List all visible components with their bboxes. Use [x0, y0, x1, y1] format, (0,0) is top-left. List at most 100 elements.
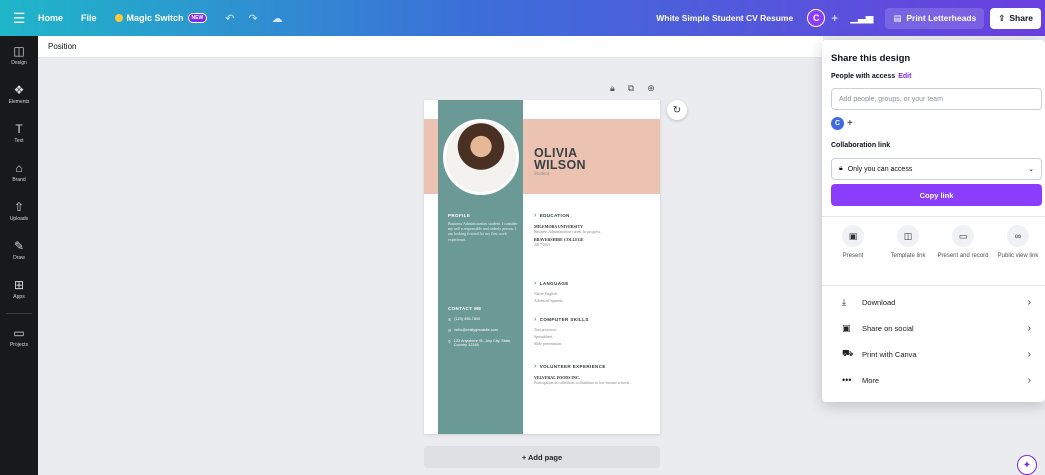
file-menu[interactable]: File: [81, 13, 97, 23]
chevron-right-icon: ›: [1027, 322, 1031, 334]
option-template-link[interactable]: ◫ Template link: [881, 225, 935, 260]
menu-icon[interactable]: ☰: [0, 10, 38, 27]
education-section: › EDUCATION MILEMOBA UNIVERSITY Business …: [534, 212, 654, 250]
insights-icon[interactable]: ▁▃▅: [850, 13, 873, 24]
more-icon: •••: [842, 375, 852, 385]
vol-name: VELVERAL FOODS INC.: [534, 375, 580, 380]
truck-icon: ⛟: [842, 348, 854, 358]
divider: [822, 285, 1045, 286]
option-public-view-link[interactable]: ∞ Public view link: [991, 225, 1045, 260]
skill2-text: Spreadsheet.: [534, 335, 554, 339]
shapes-icon: ❖: [13, 83, 25, 97]
copy-link-button[interactable]: Copy link: [831, 184, 1042, 206]
skills-heading: › COMPUTER SKILLS: [534, 316, 589, 323]
sidebar-item-design[interactable]: ◫ Design: [0, 36, 38, 75]
profile-text: Business Administration student. I consi…: [448, 221, 518, 242]
print-letterheads-label: Print Letterheads: [906, 13, 977, 23]
divider: [822, 216, 1045, 217]
phone-icon: ✆: [448, 318, 452, 322]
link-icon: ∞: [1007, 225, 1029, 247]
sidebar-item-text[interactable]: T Text: [0, 114, 38, 153]
share-on-social-row[interactable]: ▣ Share on social ›: [822, 315, 1045, 341]
print-letterheads-button[interactable]: ▤ Print Letterheads: [885, 7, 985, 29]
magic-switch-label: Magic Switch: [126, 13, 184, 23]
resume-name: OLIVIA WILSON: [534, 147, 586, 172]
add-page-button[interactable]: + Add page: [424, 446, 660, 468]
magic-switch-button[interactable]: Magic Switch NEW: [114, 13, 208, 23]
home-button[interactable]: Home: [38, 13, 63, 23]
document-title[interactable]: White Simple Student CV Resume: [656, 13, 793, 23]
social-icon: ▣: [842, 322, 851, 333]
people-with-access: People with access Edit: [831, 73, 911, 80]
sidebar-item-projects[interactable]: ▭ Projects: [0, 318, 38, 357]
position-button[interactable]: Position: [48, 42, 76, 51]
sidebar-item-draw[interactable]: ✎ Draw: [0, 231, 38, 270]
collaborators: C +: [831, 117, 853, 130]
share-icon: ⇪: [998, 12, 1006, 23]
edit-access-link[interactable]: Edit: [898, 73, 911, 80]
sidebar-item-apps[interactable]: ⊞ Apps: [0, 270, 38, 309]
option-label: Public view link: [997, 253, 1039, 259]
cloud-save-icon[interactable]: ☁: [272, 12, 283, 25]
add-collaborator-icon[interactable]: +: [831, 11, 838, 25]
chevron-right-icon: ›: [1027, 348, 1031, 360]
present-icon: ▣: [842, 225, 864, 247]
lock-icon[interactable]: 🔒︎: [610, 83, 615, 94]
share-label: Share: [1009, 13, 1033, 23]
sidebar-item-uploads[interactable]: ⇧ Uploads: [0, 192, 38, 231]
chevron-right-icon: ›: [534, 316, 537, 323]
brand-icon: ⌂: [15, 161, 23, 175]
skills-section: › COMPUTER SKILLS Text processor. Spreads…: [534, 316, 654, 349]
access-value: Only you can access: [847, 165, 913, 173]
address-text: 123 Anywhere St., Any City, State, Count…: [453, 339, 512, 347]
sidebar-item-label: Draw: [13, 255, 25, 261]
option-present[interactable]: ▣ Present: [826, 225, 880, 260]
download-row[interactable]: ⤓ Download ›: [822, 289, 1045, 315]
sidebar-divider: [6, 313, 32, 314]
share-button[interactable]: ⇪ Share: [990, 7, 1041, 29]
user-avatar[interactable]: C: [807, 9, 826, 27]
edu1-name: MILEMOBA UNIVERSITY: [534, 224, 584, 229]
chevron-right-icon: ›: [534, 280, 537, 287]
sidebar-item-label: Projects: [9, 342, 29, 348]
apps-icon: ⊞: [13, 278, 25, 292]
volunteer-heading: › VOLUNTEER EXPERIENCE: [534, 363, 606, 370]
page-tools: 🔒︎ ⧉ ⊕: [610, 83, 655, 94]
sidebar-item-label: Elements: [8, 99, 30, 105]
add-person-icon[interactable]: +: [847, 118, 853, 129]
add-page-icon[interactable]: ⊕: [647, 83, 655, 94]
skill3-text: Slide presentation.: [534, 342, 563, 346]
sidebar-item-label: Design: [11, 60, 27, 66]
edu2-text: 2017-2021: [534, 243, 551, 247]
sidebar-item-label: Brand: [12, 177, 26, 183]
edu2-name: BRAVERSHIRE COLLEGE: [534, 237, 584, 242]
lang2-text: Advanced Spanish.: [534, 299, 564, 303]
chevron-right-icon: ›: [1027, 374, 1031, 386]
collaborator-avatar[interactable]: C: [831, 117, 844, 130]
chevron-right-icon: ›: [534, 212, 537, 219]
profile-section: PROFILE Business Administration student.…: [448, 213, 520, 242]
sidebar-item-elements[interactable]: ❖ Elements: [0, 75, 38, 114]
duplicate-icon[interactable]: ⧉: [628, 83, 634, 94]
add-people-input[interactable]: Add people, groups, or your team: [831, 88, 1042, 110]
sidebar-item-brand[interactable]: ⌂ Brand: [0, 153, 38, 192]
left-sidebar: ◫ Design ❖ Elements T Text ⌂ Brand ⇧ Upl…: [0, 36, 38, 475]
sparkle-icon[interactable]: ✦: [1017, 455, 1037, 475]
text-icon: T: [15, 122, 23, 136]
refresh-icon[interactable]: ↻: [667, 100, 687, 120]
undo-icon[interactable]: ↶: [225, 12, 234, 25]
redo-icon[interactable]: ↷: [248, 12, 257, 25]
share-panel-title: Share this design: [831, 53, 911, 64]
option-label: Present: [842, 253, 864, 259]
row-label: More: [862, 375, 880, 385]
access-select[interactable]: 🔒︎ Only you can access ⌄: [831, 158, 1042, 180]
design-page[interactable]: PROFILE Business Administration student.…: [424, 100, 660, 434]
share-panel: Share this design People with access Edit…: [822, 40, 1045, 402]
chevron-right-icon: ›: [534, 363, 537, 370]
profile-photo: [443, 119, 519, 195]
more-row[interactable]: ••• More ›: [822, 367, 1045, 393]
skill1-text: Text processor.: [534, 328, 557, 332]
template-icon: ◫: [897, 225, 919, 247]
print-with-canva-row[interactable]: ⛟ Print with Canva ›: [822, 341, 1045, 367]
option-present-and-record[interactable]: ▭ Present and record: [936, 225, 990, 260]
